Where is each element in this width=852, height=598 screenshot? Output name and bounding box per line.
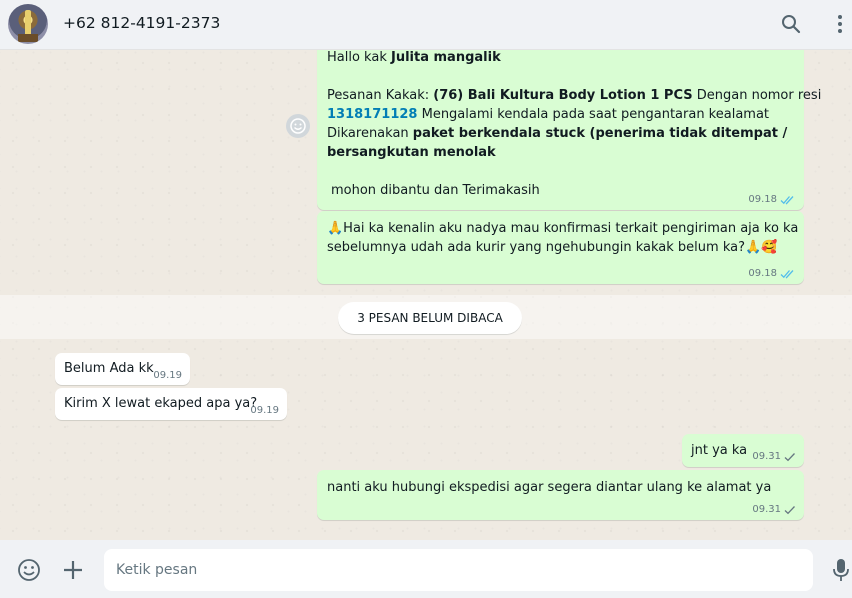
message-meta: 09.31 xyxy=(752,504,796,516)
message-bubble-incoming[interactable]: Belum Ada kk 09.19 xyxy=(55,353,190,385)
message-text: sebelumnya udah ada kurir yang ngehubung… xyxy=(327,240,778,255)
mic-icon[interactable] xyxy=(828,557,852,583)
message-meta: 09.18 xyxy=(748,194,796,206)
message-bubble-outgoing[interactable]: Hallo kak Julita mangalik Pesanan Kakak:… xyxy=(317,50,822,210)
message-text: jnt ya ka xyxy=(691,443,748,458)
single-check-icon xyxy=(784,506,795,515)
message-text: nanti aku hubungi ekspedisi agar segera … xyxy=(327,480,772,495)
unread-count-badge: 3 PESAN BELUM DIBACA xyxy=(338,302,522,334)
message-time: 09.18 xyxy=(748,194,777,205)
single-check-icon xyxy=(784,453,795,462)
message-time: 09.19 xyxy=(153,370,182,381)
message-text: Hallo kak Julita mangalik xyxy=(327,50,501,65)
message-meta: 09.19 xyxy=(153,370,182,382)
message-time: 09.31 xyxy=(752,451,781,462)
resi-link[interactable]: 1318171128 xyxy=(327,107,417,122)
message-meta: 09.18 xyxy=(748,268,796,280)
double-check-icon xyxy=(780,196,794,205)
chat-header: +62 812-4191-2373 xyxy=(0,0,852,50)
forward-emoji-icon[interactable] xyxy=(286,114,310,138)
search-icon[interactable] xyxy=(779,12,803,36)
double-check-icon xyxy=(780,270,794,279)
message-text: Pesanan Kakak: (76) Bali Kultura Body Lo… xyxy=(327,88,822,103)
message-meta: 09.19 xyxy=(250,405,279,417)
message-time: 09.31 xyxy=(752,504,781,515)
message-text: Dikarenakan paket berkendala stuck (pene… xyxy=(327,126,788,141)
message-time: 09.19 xyxy=(250,405,279,416)
message-text: Belum Ada kk xyxy=(64,361,154,376)
message-text: 🙏Hai ka kenalin aku nadya mau konfirmasi… xyxy=(327,221,799,236)
message-text: bersangkutan menolak xyxy=(327,145,496,160)
message-time: 09.18 xyxy=(748,268,777,279)
message-bubble-incoming[interactable]: Kirim X lewat ekaped apa ya? 09.19 xyxy=(55,388,287,420)
message-text: mohon dibantu dan Terimakasih xyxy=(331,183,540,198)
contact-avatar[interactable] xyxy=(8,4,48,44)
message-input[interactable] xyxy=(104,549,813,591)
menu-dots-icon[interactable] xyxy=(828,12,852,36)
message-bubble-outgoing[interactable]: 🙏Hai ka kenalin aku nadya mau konfirmasi… xyxy=(317,211,804,284)
message-meta: 09.31 xyxy=(752,451,796,463)
plus-icon[interactable] xyxy=(60,557,86,583)
contact-name[interactable]: +62 812-4191-2373 xyxy=(63,14,220,32)
message-composer xyxy=(0,540,852,598)
emoji-icon[interactable] xyxy=(16,557,42,583)
message-text: 1318171128 Mengalami kendala pada saat p… xyxy=(327,107,770,122)
message-bubble-outgoing[interactable]: jnt ya ka 09.31 xyxy=(682,434,804,467)
message-bubble-outgoing[interactable]: nanti aku hubungi ekspedisi agar segera … xyxy=(317,470,804,520)
message-list[interactable]: Hallo kak Julita mangalik Pesanan Kakak:… xyxy=(0,50,852,540)
message-text: Kirim X lewat ekaped apa ya? xyxy=(64,396,258,411)
